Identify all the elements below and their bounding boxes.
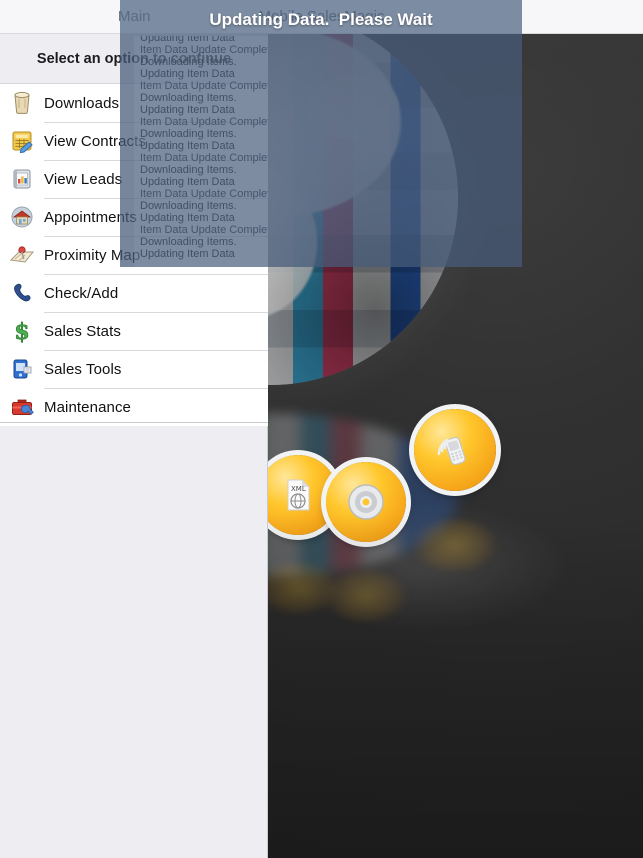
menu-item-maintenance[interactable]: Maintenance xyxy=(0,388,268,426)
progress-log-line: Downloading Items. xyxy=(140,128,237,140)
progress-log-line: Updating Item Data xyxy=(140,104,235,116)
menu-bottom-divider xyxy=(0,422,268,423)
downloads-bucket-icon xyxy=(0,84,44,122)
menu-item-label: Maintenance xyxy=(44,398,131,416)
progress-log-line: Downloading Items. xyxy=(140,236,237,248)
progress-log-line: Updating Item Data xyxy=(140,212,235,224)
contract-form-icon xyxy=(0,122,44,160)
progress-log-line: Downloading Items. xyxy=(140,56,237,68)
progress-log-line: Item Data Update Complete. xyxy=(140,80,268,92)
progress-modal-title: Updating Data. Please Wait xyxy=(209,10,433,29)
menu-item-label: Sales Tools xyxy=(44,360,122,378)
progress-log-line: Updating Item Data xyxy=(140,176,235,188)
progress-log-line: Updating Item Data xyxy=(140,36,235,44)
progress-log-line: Updating Item Data xyxy=(140,68,235,80)
menu-item-label: Check/Add xyxy=(44,284,119,302)
toolbox-wrench-icon xyxy=(0,388,44,426)
menu-item-check-add[interactable]: Check/Add xyxy=(0,274,268,312)
progress-log-line: Updating Item Data xyxy=(140,248,235,260)
progress-log-panel[interactable]: Updating Item Data Item Data Update Compl… xyxy=(134,36,268,267)
progress-log-line: Updating Item Data xyxy=(140,140,235,152)
progress-log-line: Item Data Update Complete. xyxy=(140,44,268,56)
app-root: XML xyxy=(0,0,643,858)
progress-log-line: Item Data Update Complete. xyxy=(140,188,268,200)
mobile-device-icon xyxy=(0,350,44,388)
proximity-map-pin-icon xyxy=(0,236,44,274)
menu-item-label: Downloads xyxy=(44,94,120,112)
menu-item-label: View Leads xyxy=(44,170,123,188)
leads-chart-book-icon xyxy=(0,160,44,198)
menu-item-sales-stats[interactable]: $ Sales Stats xyxy=(0,312,268,350)
progress-log-line: Downloading Items. xyxy=(140,92,237,104)
menu-item-label: Sales Stats xyxy=(44,322,121,340)
progress-log-list: Updating Item Data Item Data Update Compl… xyxy=(140,36,268,260)
phone-handset-icon xyxy=(0,274,44,312)
progress-log-line: Downloading Items. xyxy=(140,200,237,212)
progress-log-line: Item Data Update Complete. xyxy=(140,116,268,128)
dollar-sign-icon: $ xyxy=(0,312,44,350)
progress-log-line: Downloading Items. xyxy=(140,164,237,176)
svg-text:$: $ xyxy=(14,319,29,343)
progress-log-line: Item Data Update Complete. xyxy=(140,152,268,164)
progress-log-line: Item Data Update Complete. xyxy=(140,224,268,236)
menu-item-sales-tools[interactable]: Sales Tools xyxy=(0,350,268,388)
appointments-house-icon xyxy=(0,198,44,236)
